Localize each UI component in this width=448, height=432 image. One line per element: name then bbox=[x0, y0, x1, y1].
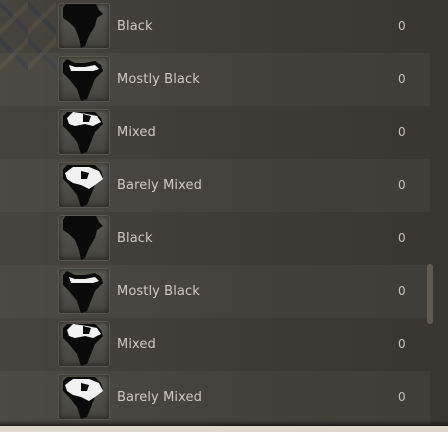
africa-map-icon bbox=[58, 109, 110, 155]
list-item[interactable]: Mostly Black 0 bbox=[0, 265, 430, 318]
item-label: Barely Mixed bbox=[117, 178, 202, 193]
list-item[interactable]: Mixed 0 bbox=[0, 318, 430, 371]
list-panel: Black 0 Mostly Black 0 Mixed 0 Barely Mi… bbox=[0, 0, 448, 432]
list-item[interactable]: Black 0 bbox=[0, 0, 430, 53]
item-count: 0 bbox=[398, 72, 406, 86]
list-item[interactable]: Barely Mixed 0 bbox=[0, 159, 430, 212]
item-label: Mixed bbox=[117, 337, 156, 352]
list-item[interactable]: Black 0 bbox=[0, 212, 430, 265]
africa-map-icon bbox=[58, 321, 110, 367]
item-label: Black bbox=[117, 19, 153, 34]
item-label: Mostly Black bbox=[117, 72, 200, 87]
africa-map-icon bbox=[58, 374, 110, 420]
list-item[interactable]: Mostly Black 0 bbox=[0, 53, 430, 106]
africa-map-icon bbox=[58, 162, 110, 208]
item-count: 0 bbox=[398, 390, 406, 404]
africa-map-icon bbox=[58, 56, 110, 102]
item-label: Mixed bbox=[117, 125, 156, 140]
item-label: Barely Mixed bbox=[117, 390, 202, 405]
africa-map-icon bbox=[58, 3, 110, 49]
scrollbar-thumb[interactable] bbox=[427, 264, 433, 324]
item-label: Black bbox=[117, 231, 153, 246]
africa-map-icon bbox=[58, 268, 110, 314]
item-count: 0 bbox=[398, 125, 406, 139]
africa-map-icon bbox=[58, 215, 110, 261]
item-count: 0 bbox=[398, 19, 406, 33]
item-count: 0 bbox=[398, 337, 406, 351]
bottom-divider bbox=[0, 426, 448, 432]
list-item[interactable]: Mixed 0 bbox=[0, 106, 430, 159]
item-count: 0 bbox=[398, 231, 406, 245]
item-count: 0 bbox=[398, 284, 406, 298]
item-label: Mostly Black bbox=[117, 284, 200, 299]
list-item[interactable]: Barely Mixed 0 bbox=[0, 371, 430, 424]
item-count: 0 bbox=[398, 178, 406, 192]
